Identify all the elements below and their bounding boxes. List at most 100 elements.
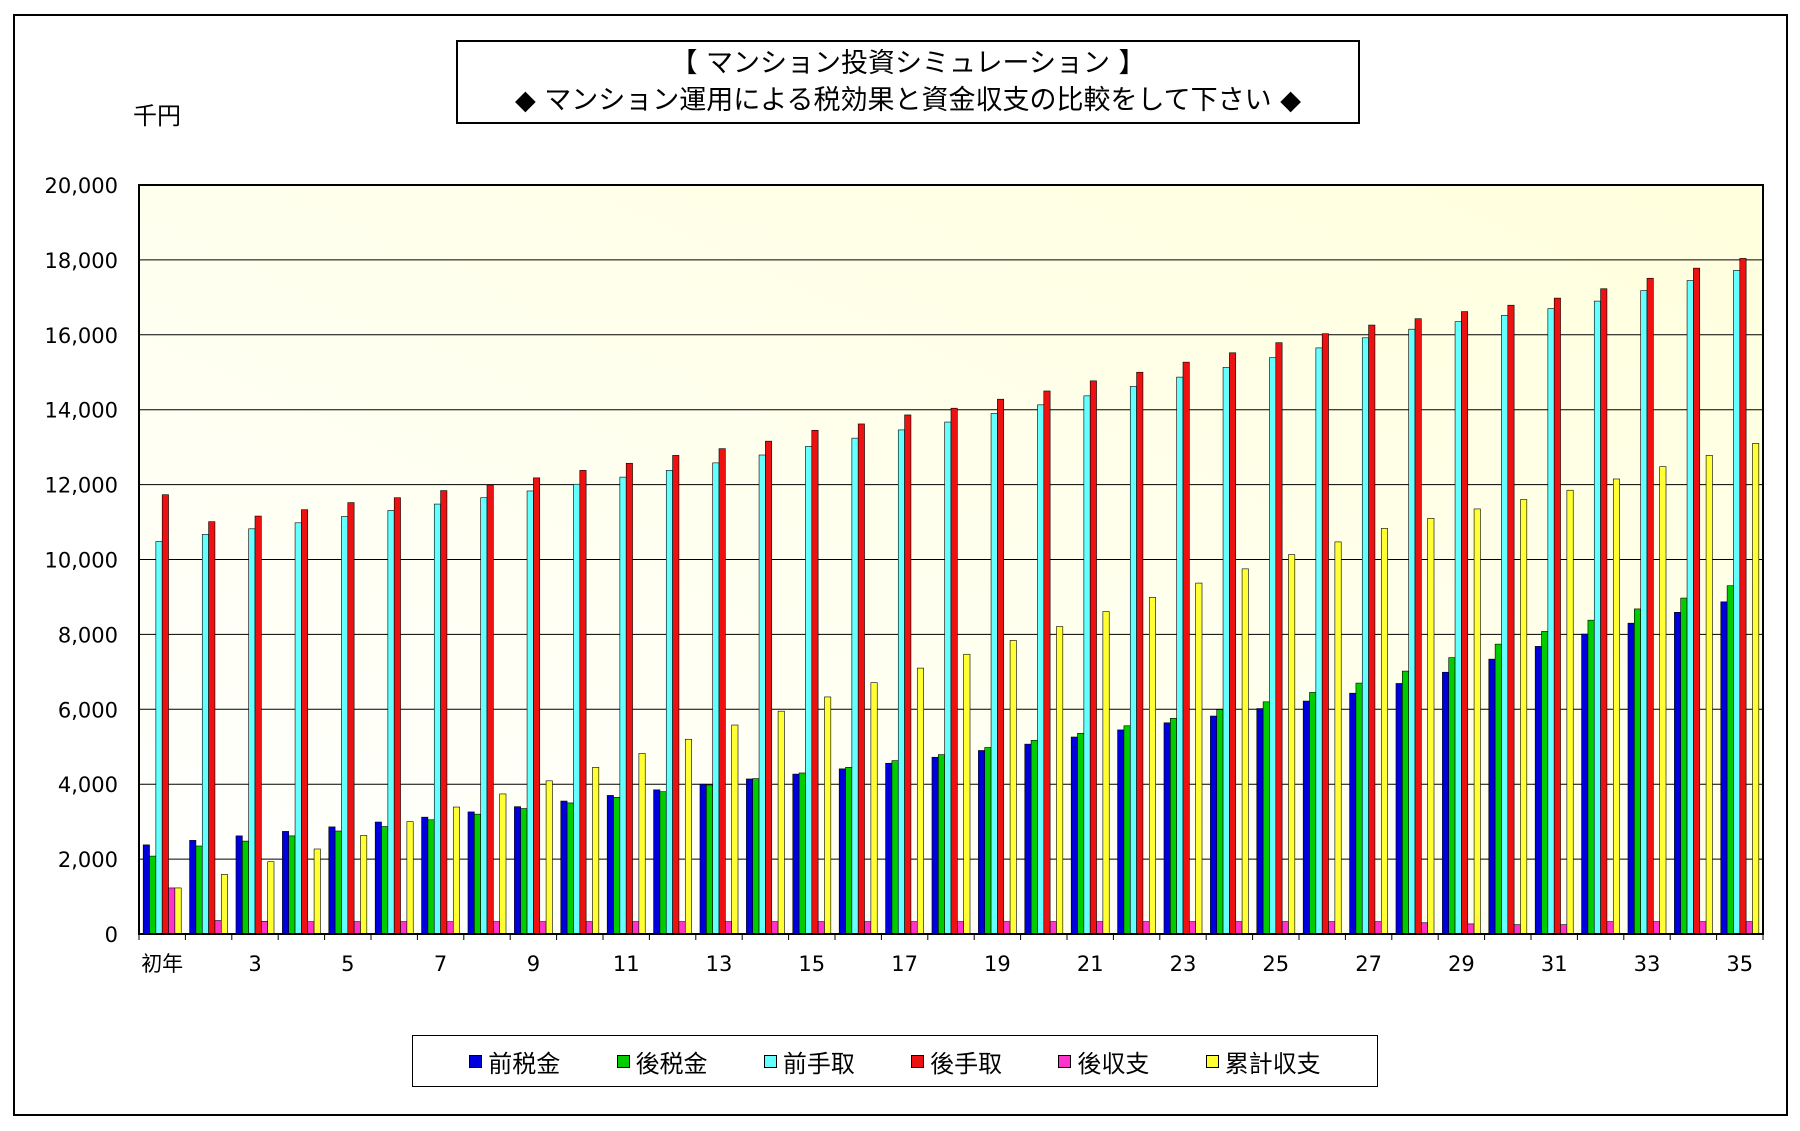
bar xyxy=(1726,585,1734,935)
bar xyxy=(1705,455,1713,935)
legend-item: 前税金 xyxy=(469,1044,560,1079)
bar xyxy=(777,710,785,935)
bar xyxy=(474,813,481,935)
bar xyxy=(1541,631,1549,935)
y-tick-label: 10,000 xyxy=(45,549,118,573)
bar xyxy=(1195,582,1203,935)
bar xyxy=(931,756,939,935)
bar xyxy=(1009,640,1017,935)
x-tick-label: 17 xyxy=(891,952,918,976)
bar xyxy=(545,780,553,935)
bar xyxy=(1461,311,1469,935)
bar xyxy=(1627,622,1635,935)
y-tick-label: 6,000 xyxy=(58,698,118,722)
bar xyxy=(267,861,275,935)
bar xyxy=(1142,921,1150,935)
x-tick-label: 27 xyxy=(1355,952,1382,976)
bar xyxy=(1163,722,1171,935)
bar xyxy=(585,921,593,935)
bar xyxy=(288,835,296,935)
legend-label: 後収支 xyxy=(1077,1049,1150,1078)
bar xyxy=(1501,315,1509,935)
bar xyxy=(1256,708,1264,935)
x-tick-label: 15 xyxy=(798,952,825,976)
bar xyxy=(1659,466,1667,935)
bar xyxy=(725,921,732,935)
bar xyxy=(824,696,832,935)
bar xyxy=(1349,692,1357,935)
bar xyxy=(1321,333,1329,935)
bar xyxy=(433,503,441,935)
bar xyxy=(1587,619,1595,935)
bar xyxy=(798,772,806,935)
legend-label: 前税金 xyxy=(488,1049,561,1078)
bar xyxy=(1720,601,1728,935)
bar xyxy=(1123,725,1131,935)
legend-label: 累計収支 xyxy=(1224,1049,1321,1078)
x-tick-label: 19 xyxy=(984,952,1011,976)
bar xyxy=(421,816,429,935)
bar xyxy=(1129,386,1137,935)
bar xyxy=(659,791,667,935)
bar xyxy=(1593,300,1601,935)
bar xyxy=(427,819,435,935)
bar xyxy=(1275,342,1283,935)
bar xyxy=(792,773,800,935)
bar xyxy=(1547,308,1555,935)
bar xyxy=(1148,597,1156,935)
bar xyxy=(1745,921,1753,935)
bar xyxy=(1534,646,1542,935)
bar xyxy=(142,844,150,935)
bar xyxy=(1210,715,1218,935)
y-tick-label: 18,000 xyxy=(45,249,118,273)
bar xyxy=(746,778,754,935)
bar xyxy=(758,454,766,935)
bar xyxy=(1606,921,1614,935)
bar xyxy=(294,522,302,935)
bar xyxy=(1302,700,1310,935)
bar xyxy=(1421,922,1428,935)
bar xyxy=(1427,517,1435,935)
bar xyxy=(1653,921,1660,935)
x-tick-label: 9 xyxy=(527,952,540,976)
bar xyxy=(672,455,680,935)
bar xyxy=(235,835,243,935)
bar xyxy=(248,528,256,935)
bar xyxy=(1309,692,1317,935)
bar xyxy=(214,920,222,935)
bar xyxy=(1355,682,1363,935)
bar xyxy=(1222,367,1230,935)
bar xyxy=(1049,921,1057,935)
legend: 前税金 後税金 前手取 後手取 後収支 累計収支 xyxy=(412,1035,1378,1087)
bar xyxy=(493,921,500,935)
bar xyxy=(1680,597,1688,935)
bar xyxy=(1733,270,1741,935)
legend-swatch xyxy=(763,1054,777,1068)
bar xyxy=(1030,740,1038,935)
bar xyxy=(261,920,268,935)
bar xyxy=(526,490,534,935)
bar xyxy=(1102,611,1110,935)
bar xyxy=(990,413,998,935)
bar xyxy=(1494,643,1502,935)
bar xyxy=(195,845,203,935)
bar xyxy=(242,840,249,935)
legend-swatch xyxy=(1205,1054,1219,1068)
bar xyxy=(301,509,309,935)
bar xyxy=(387,510,395,935)
bar xyxy=(1089,380,1097,935)
bar xyxy=(1281,921,1289,935)
bar xyxy=(334,830,342,935)
bar xyxy=(851,437,859,935)
x-tick-label: 3 xyxy=(248,952,261,976)
bar xyxy=(499,793,507,935)
bar xyxy=(1096,921,1104,935)
bar xyxy=(1646,277,1654,935)
x-tick-label: 11 xyxy=(613,952,640,976)
bar xyxy=(944,421,952,935)
bar xyxy=(718,448,726,935)
bar xyxy=(1513,924,1521,935)
y-tick-label: 8,000 xyxy=(58,623,118,647)
bar xyxy=(1216,709,1224,935)
bar xyxy=(1640,290,1648,935)
